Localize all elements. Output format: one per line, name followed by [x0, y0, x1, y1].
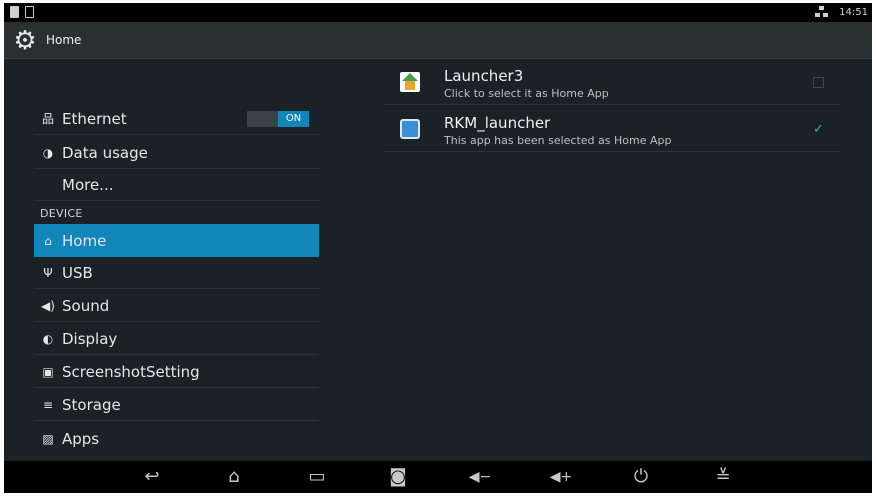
- ethernet-icon: 品: [41, 112, 54, 126]
- home-app-option-rkm-launcher[interactable]: RKM_launcher This app has been selected …: [384, 106, 840, 152]
- settings-item-more[interactable]: More...: [34, 169, 319, 201]
- screenshot-icon: ▣: [42, 364, 54, 379]
- settings-item-storage[interactable]: ≡ Storage: [34, 389, 319, 421]
- app-name: RKM_launcher: [444, 114, 551, 132]
- settings-gear-icon[interactable]: ⚙: [12, 28, 38, 54]
- rkm-launcher-app-icon: [400, 119, 420, 139]
- apps-icon: ▨: [42, 432, 54, 446]
- home-app-option-launcher3[interactable]: Launcher3 Click to select it as Home App: [384, 59, 840, 105]
- status-bar: 14:51: [4, 3, 872, 22]
- settings-item-label: Storage: [62, 395, 121, 414]
- toggle-state: ON: [278, 111, 309, 127]
- launcher3-app-icon: [400, 72, 420, 92]
- usb-icon: Ψ: [43, 265, 53, 280]
- status-time: 14:51: [839, 6, 868, 18]
- settings-item-label: Apps: [62, 430, 100, 448]
- volume-up-icon[interactable]: ◀+: [546, 467, 576, 487]
- screenshot-nav-icon[interactable]: ◙: [383, 467, 413, 487]
- app-name: Launcher3: [444, 67, 524, 85]
- settings-item-data-usage[interactable]: ◑ Data usage: [34, 137, 319, 169]
- settings-item-apps[interactable]: ▨ Apps: [34, 423, 319, 455]
- app-subtitle: Click to select it as Home App: [444, 87, 609, 100]
- settings-item-display[interactable]: ◐ Display: [34, 323, 319, 355]
- launcher3-checkbox[interactable]: [813, 77, 824, 88]
- display-icon: ◐: [42, 331, 54, 346]
- sd-card-icon: [10, 6, 19, 18]
- ethernet-toggle[interactable]: ON: [247, 111, 309, 127]
- data-usage-icon: ◑: [42, 145, 54, 160]
- settings-item-label: USB: [62, 263, 93, 282]
- image-notification-icon: [25, 6, 34, 18]
- volume-down-icon[interactable]: ◀−: [465, 467, 495, 487]
- home-app-list: Launcher3 Click to select it as Home App…: [384, 59, 840, 169]
- storage-icon: ≡: [42, 397, 54, 412]
- hide-bar-icon[interactable]: ≚: [708, 467, 738, 487]
- home-nav-icon[interactable]: ⌂: [219, 467, 249, 487]
- navigation-bar: ↩ ⌂ ▭ ◙ ◀− ◀+ ⏻ ≚: [4, 461, 872, 493]
- settings-item-label: ScreenshotSetting: [62, 362, 200, 381]
- sound-icon: ◀): [41, 298, 55, 313]
- settings-item-label: More...: [62, 175, 114, 194]
- home-icon: ⌂: [44, 233, 52, 248]
- settings-list: 品 Ethernet ON ◑ Data usage More... DEVIC…: [34, 59, 324, 461]
- settings-item-usb[interactable]: Ψ USB: [34, 257, 319, 289]
- page-title: Home: [46, 33, 82, 47]
- app-subtitle: This app has been selected as Home App: [444, 134, 672, 147]
- settings-item-screenshot[interactable]: ▣ ScreenshotSetting: [34, 356, 319, 388]
- settings-item-home[interactable]: ⌂ Home: [34, 224, 319, 257]
- rkm-launcher-checkbox[interactable]: ✓: [813, 123, 824, 136]
- recent-apps-icon[interactable]: ▭: [302, 467, 332, 487]
- settings-item-ethernet[interactable]: 品 Ethernet ON: [34, 103, 319, 135]
- back-icon[interactable]: ↩: [137, 467, 167, 487]
- ethernet-icon: [815, 6, 829, 18]
- settings-item-label: Ethernet: [62, 109, 127, 128]
- power-icon[interactable]: ⏻: [626, 467, 656, 487]
- android-screen: 14:51 ⚙ Home 品 Ethernet ON ◑ Data usage …: [4, 3, 872, 493]
- settings-item-sound[interactable]: ◀) Sound: [34, 290, 319, 322]
- action-bar: ⚙ Home: [4, 22, 872, 59]
- section-header-device: DEVICE: [40, 207, 83, 220]
- settings-item-label: Home: [62, 231, 107, 250]
- settings-item-label: Data usage: [62, 143, 148, 162]
- settings-item-label: Sound: [62, 296, 110, 315]
- settings-item-label: Display: [62, 329, 118, 348]
